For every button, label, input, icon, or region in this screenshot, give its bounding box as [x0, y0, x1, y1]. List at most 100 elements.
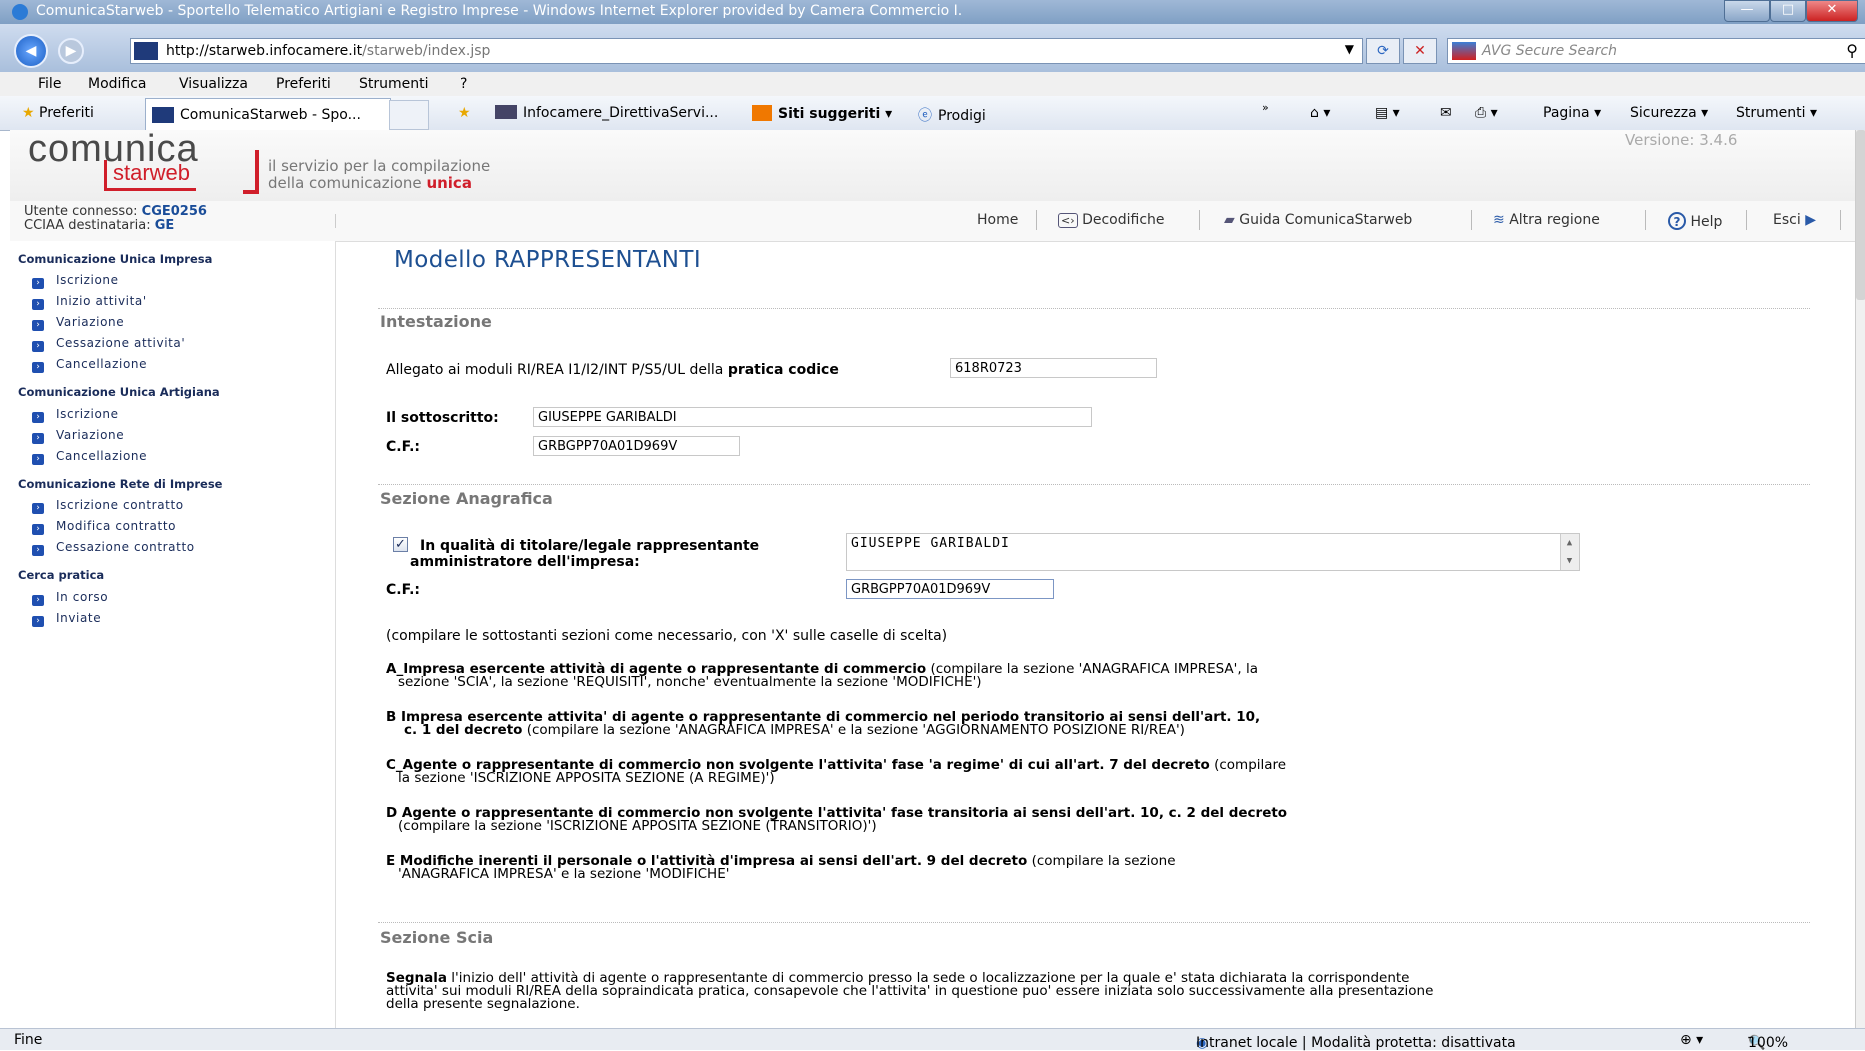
section-anagrafica: Sezione Anagrafica	[380, 489, 553, 508]
pratica-codice-input[interactable]: 618R0723	[950, 358, 1157, 378]
menu-visualizza[interactable]: Visualizza	[179, 76, 248, 92]
stop-icon[interactable]: ✕	[1403, 38, 1437, 64]
page-icon	[495, 105, 517, 119]
nav-esci[interactable]: Esci ▶	[1773, 212, 1816, 228]
print-icon[interactable]: ⎙ ▾	[1475, 105, 1498, 121]
option-c: C_Agente o rappresentante di commercio n…	[386, 757, 1287, 786]
menu-preferiti[interactable]: Preferiti	[276, 76, 331, 92]
menu-help[interactable]: ?	[460, 76, 467, 92]
qualita-textarea[interactable]: GIUSEPPE GARIBALDI ▲ ▼	[846, 533, 1580, 571]
dropdown-icon[interactable]: ▼	[1345, 42, 1354, 56]
textarea-scrollbar[interactable]: ▲ ▼	[1560, 534, 1579, 570]
minimize-button[interactable]: —	[1724, 0, 1770, 22]
page-scrollbar[interactable]	[1855, 130, 1865, 1028]
nav-help[interactable]: ? Help	[1668, 212, 1722, 230]
nav-home[interactable]: Home	[977, 212, 1018, 228]
refresh-icon[interactable]: ⟳	[1366, 38, 1400, 64]
cf2-label: C.F.:	[386, 582, 421, 598]
region-icon: ≋	[1493, 212, 1505, 228]
bullet-icon: ›	[32, 412, 44, 423]
address-bar[interactable]: http://starweb.infocamere.it/starweb/ind…	[130, 38, 1363, 64]
strumenti-menu[interactable]: Strumenti ▾	[1736, 105, 1817, 121]
cciaa-code: GE	[154, 218, 175, 233]
bullet-icon: ›	[32, 278, 44, 289]
page-title: Modello RAPPRESENTANTI	[394, 247, 702, 273]
pagina-menu[interactable]: Pagina ▾	[1543, 105, 1601, 121]
browser-tab[interactable]: ComunicaStarweb - Spo...	[145, 98, 391, 131]
cf2-input[interactable]: GRBGPP70A01D969V	[846, 579, 1054, 599]
status-bar: Fine ◉ Intranet locale | Modalità protet…	[0, 1028, 1865, 1051]
nav-guida[interactable]: ▰ Guida ComunicaStarweb	[1224, 212, 1412, 228]
sidebar-item-artigiana-iscrizione[interactable]: › Iscrizione	[32, 407, 119, 423]
sicurezza-menu[interactable]: Sicurezza ▾	[1630, 105, 1708, 121]
menu-bar: File Modifica Visualizza Preferiti Strum…	[0, 72, 1865, 97]
sidebar-item-artigiana-variazione[interactable]: › Variazione	[32, 428, 124, 444]
bullet-icon: ›	[32, 320, 44, 331]
close-button[interactable]: ✕	[1806, 0, 1858, 22]
sottoscritto-input[interactable]: GIUSEPPE GARIBALDI	[533, 407, 1092, 427]
logo-bracket	[243, 150, 259, 194]
bullet-icon: ›	[32, 616, 44, 627]
zoom-level[interactable]: 🔍 100% ▾	[1748, 1032, 1788, 1051]
window-title: ComunicaStarweb - Sportello Telematico A…	[36, 3, 963, 19]
menu-modifica[interactable]: Modifica	[88, 76, 147, 92]
avg-icon	[1452, 42, 1476, 60]
ie-icon	[12, 4, 28, 20]
protected-mode-icon[interactable]: ⊕ ▾	[1680, 1032, 1703, 1048]
search-icon[interactable]: ⚲	[1846, 41, 1858, 60]
sidebar-item-in-corso[interactable]: › In corso	[32, 590, 108, 606]
nav-decodifiche[interactable]: <› Decodifiche	[1058, 212, 1165, 228]
sidebar-group-impresa: Comunicazione Unica Impresa	[18, 252, 213, 266]
option-a: A_Impresa esercente attività di agente o…	[386, 661, 1258, 690]
user-info: Utente connesso: CGE0256 CCIAA destinata…	[24, 204, 207, 233]
qualita-checkbox[interactable]: ✓	[393, 537, 408, 552]
sidebar-item-modifica-contratto[interactable]: › Modifica contratto	[32, 519, 176, 535]
sidebar-item-inviate[interactable]: › Inviate	[32, 611, 101, 627]
favorites-button[interactable]: ★ Preferiti	[22, 105, 94, 121]
favorite-link-siti-suggeriti[interactable]: Siti suggeriti ▾	[752, 105, 892, 122]
sidebar-item-inizio-attivita[interactable]: › Inizio attivita'	[32, 294, 147, 310]
window-titlebar: ComunicaStarweb - Sportello Telematico A…	[0, 0, 1865, 24]
sidebar-group-cerca: Cerca pratica	[18, 568, 105, 582]
search-input[interactable]: AVG Secure Search ⚲	[1447, 38, 1865, 64]
bullet-icon: ›	[32, 524, 44, 535]
scrollbar-thumb[interactable]	[1856, 130, 1865, 300]
sidebar-group-artigiana: Comunicazione Unica Artigiana	[18, 385, 220, 399]
home-icon[interactable]: ⌂ ▾	[1310, 105, 1330, 121]
favorite-link-prodigi[interactable]: ⓔ Prodigi	[918, 105, 986, 125]
suggested-sites-icon	[752, 105, 772, 121]
bullet-icon: ›	[32, 433, 44, 444]
sidebar-item-cessazione-contratto[interactable]: › Cessazione contratto	[32, 540, 195, 556]
guide-icon: ▰	[1224, 212, 1235, 228]
sidebar-item-iscrizione[interactable]: › Iscrizione	[32, 273, 119, 289]
feeds-icon[interactable]: ▤ ▾	[1375, 105, 1400, 121]
maximize-button[interactable]: □	[1770, 0, 1806, 22]
forward-icon[interactable]: ▶	[58, 38, 84, 64]
bullet-icon: ›	[32, 595, 44, 606]
url-host: http://starweb.infocamere.it	[166, 43, 363, 59]
sidebar-item-iscrizione-contratto[interactable]: › Iscrizione contratto	[32, 498, 184, 514]
decode-icon: <›	[1058, 213, 1078, 228]
back-icon[interactable]: ◀	[14, 34, 48, 68]
new-tab-button[interactable]	[389, 100, 429, 130]
chevron-icon[interactable]: »	[1262, 101, 1269, 114]
menu-file[interactable]: File	[38, 76, 61, 92]
sidebar-item-cessazione-attivita[interactable]: › Cessazione attivita'	[32, 336, 185, 352]
sidebar-item-cancellazione[interactable]: › Cancellazione	[32, 357, 147, 373]
url-path: /starweb/index.jsp	[362, 43, 491, 59]
sidebar-item-artigiana-cancellazione[interactable]: › Cancellazione	[32, 449, 147, 465]
nav-altra-regione[interactable]: ≋ Altra regione	[1493, 212, 1600, 228]
menu-strumenti[interactable]: Strumenti	[359, 76, 429, 92]
site-favicon	[134, 42, 158, 60]
scia-text: Segnala l'inizio dell' attività di agent…	[386, 970, 1434, 1012]
mail-icon[interactable]: ✉	[1440, 105, 1452, 121]
section-scia: Sezione Scia	[380, 928, 494, 947]
cf-input[interactable]: GRBGPP70A01D969V	[533, 436, 740, 456]
divider	[378, 922, 1810, 923]
add-favorite-icon[interactable]: ★	[458, 105, 471, 121]
qualita-label: In qualità di titolare/legale rappresent…	[410, 538, 760, 570]
option-b: B Impresa esercente attivita' di agente …	[386, 709, 1261, 738]
favorite-link-infocamere[interactable]: Infocamere_DirettivaServi...	[495, 105, 718, 121]
divider	[378, 484, 1810, 485]
sidebar-item-variazione[interactable]: › Variazione	[32, 315, 124, 331]
